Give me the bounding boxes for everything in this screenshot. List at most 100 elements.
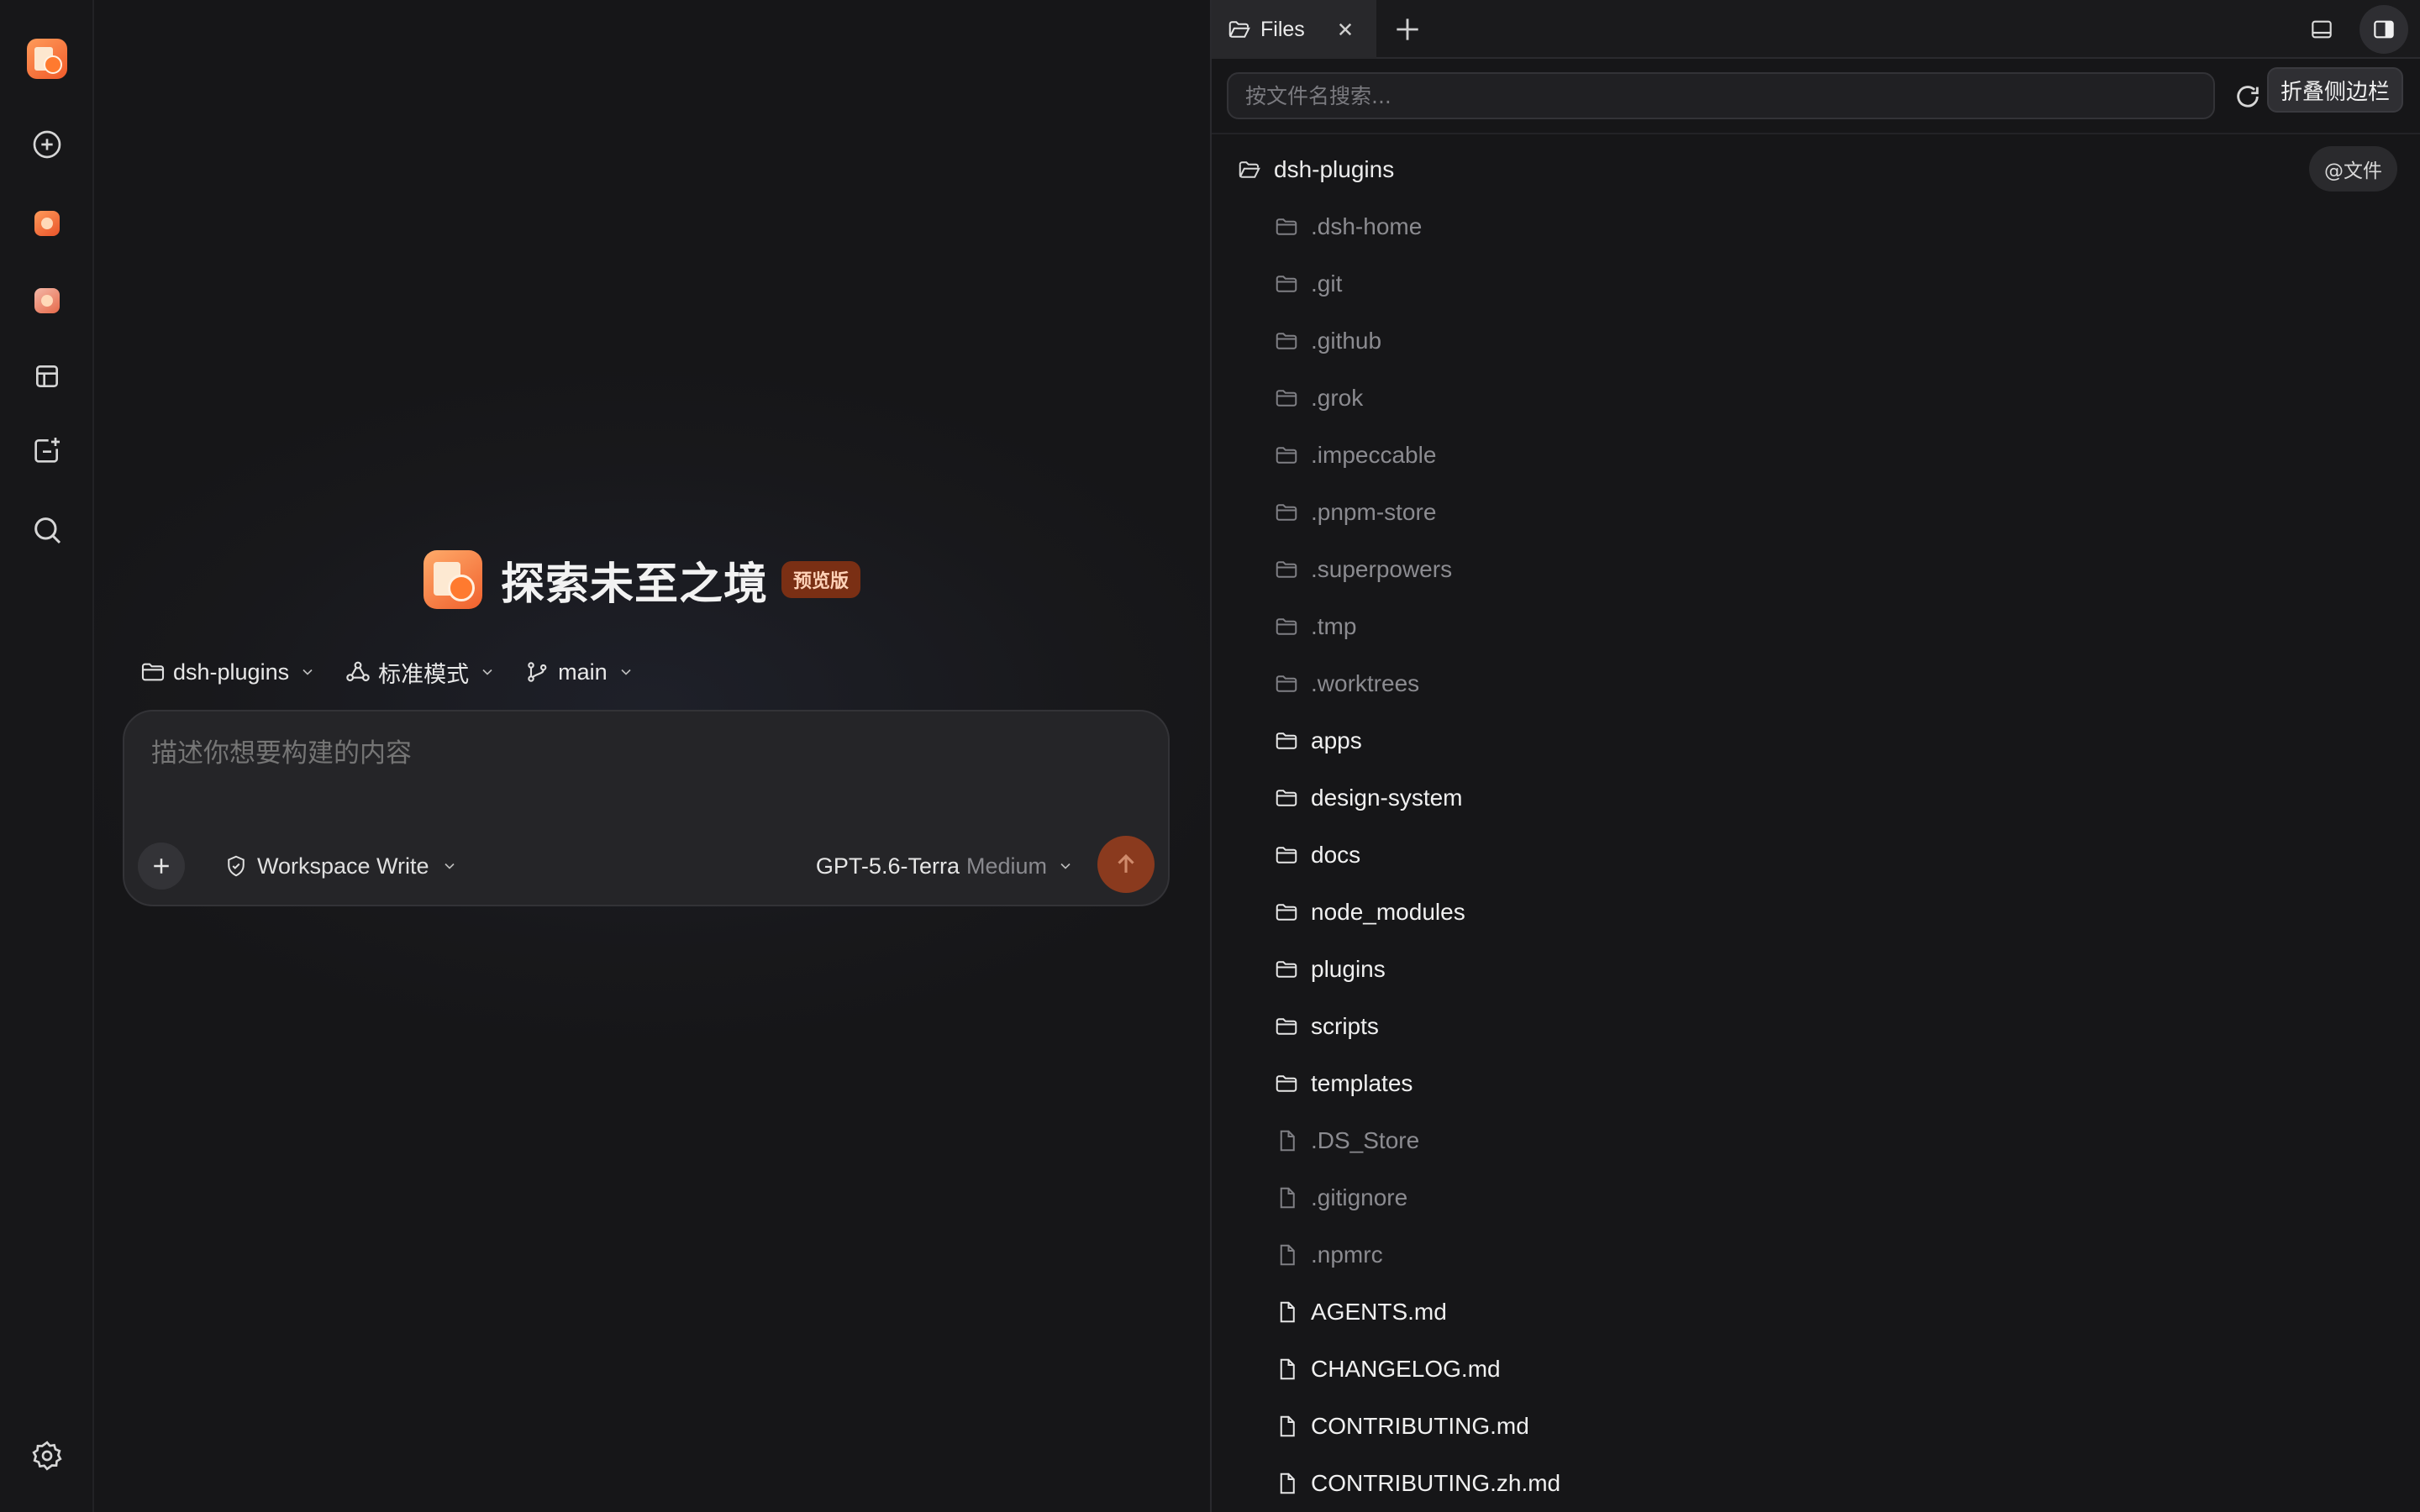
- search-icon: [34, 517, 61, 544]
- folder-icon: [1276, 276, 1297, 292]
- tree-file[interactable]: CONTRIBUTING.md: [1274, 1398, 1529, 1455]
- tree-file[interactable]: .gitignore: [1274, 1169, 1407, 1226]
- layout-icon: [36, 365, 58, 387]
- add-app-button[interactable]: [24, 427, 71, 474]
- tree-item-label: .dsh-home: [1311, 213, 1423, 239]
- folder-icon: [1276, 847, 1297, 864]
- tab-label: Files: [1260, 17, 1305, 41]
- model-name: GPT-5.6-Terra: [815, 853, 960, 879]
- tree-item-label: scripts: [1311, 1013, 1379, 1039]
- app-logo-icon: [27, 39, 67, 79]
- tree-item-label: .DS_Store: [1311, 1127, 1420, 1153]
- folder-icon: [1276, 1018, 1297, 1035]
- plus-circle-icon: [33, 130, 61, 159]
- tree-file[interactable]: AGENTS.md: [1274, 1284, 1447, 1341]
- model-effort: Medium: [965, 853, 1047, 879]
- panel-bottom-icon: [2312, 20, 2332, 39]
- collapse-sidebar-button[interactable]: [2360, 5, 2408, 54]
- tree-root[interactable]: dsh-plugins: [1237, 141, 1394, 198]
- mention-file-button[interactable]: @文件: [2309, 146, 2397, 192]
- plus-icon: [154, 858, 169, 874]
- tree-file[interactable]: CONTRIBUTING.zh.md: [1274, 1455, 1560, 1512]
- model-selector[interactable]: GPT-5.6-Terra Medium: [816, 849, 1074, 883]
- file-icon: [1280, 1358, 1295, 1380]
- tree-folder[interactable]: .github: [1274, 312, 1381, 370]
- mode-selector[interactable]: 标准模式: [345, 656, 496, 689]
- tree-item-label: .superpowers: [1311, 556, 1453, 582]
- mode-icon: [346, 661, 370, 682]
- agent-a-button[interactable]: [24, 200, 71, 247]
- settings-button[interactable]: [24, 1432, 71, 1479]
- folder-icon: [1276, 390, 1297, 407]
- agent-avatar-icon: [34, 288, 60, 313]
- tab-bar: Files: [1212, 0, 2420, 59]
- preview-badge: 预览版: [781, 561, 861, 598]
- close-icon[interactable]: [1333, 17, 1358, 42]
- send-button[interactable]: [1097, 836, 1155, 893]
- tree-folder[interactable]: .worktrees: [1274, 655, 1419, 712]
- tab-files[interactable]: Files: [1212, 0, 1376, 59]
- folder-icon: [1276, 504, 1297, 521]
- prompt-input[interactable]: [151, 738, 1143, 769]
- tree-folder[interactable]: apps: [1274, 712, 1362, 769]
- mode-name: 标准模式: [378, 661, 470, 687]
- file-icon: [1280, 1473, 1295, 1494]
- chevron-down-icon: [482, 669, 492, 675]
- tree-folder[interactable]: .tmp: [1274, 598, 1356, 655]
- folder-icon: [1276, 618, 1297, 635]
- tree-item-label: .pnpm-store: [1311, 499, 1437, 525]
- tree-folder[interactable]: .grok: [1274, 370, 1363, 427]
- toggle-bottom-panel-button[interactable]: [2302, 10, 2341, 49]
- app-logo-button[interactable]: [24, 35, 71, 82]
- agent-avatar-icon: [34, 211, 60, 236]
- tree-folder[interactable]: .dsh-home: [1274, 198, 1422, 255]
- file-search-input[interactable]: [1227, 72, 2215, 119]
- tree-folder[interactable]: docs: [1274, 827, 1360, 884]
- add-tab-icon[interactable]: [1392, 13, 1423, 45]
- tree-folder[interactable]: plugins: [1274, 941, 1386, 998]
- tree-folder[interactable]: node_modules: [1274, 884, 1465, 941]
- tree-file[interactable]: .DS_Store: [1274, 1112, 1419, 1169]
- folder-icon: [1276, 961, 1297, 978]
- project-selector[interactable]: dsh-plugins: [139, 659, 316, 685]
- tree-item-label: design-system: [1311, 785, 1463, 811]
- layout-button[interactable]: [24, 353, 71, 400]
- folder-icon: [1276, 1075, 1297, 1092]
- permission-selector[interactable]: Workspace Write: [224, 849, 458, 883]
- folder-icon: [1276, 904, 1297, 921]
- file-search-row: [1212, 60, 2420, 134]
- hero-logo-icon: [424, 550, 482, 609]
- tree-folder[interactable]: scripts: [1274, 998, 1379, 1055]
- tree-file[interactable]: CHANGELOG.md: [1274, 1341, 1501, 1398]
- panel-right-icon: [2374, 20, 2394, 39]
- attach-button[interactable]: [138, 843, 185, 890]
- branch-name: main: [558, 659, 608, 685]
- tree-item-label: node_modules: [1311, 899, 1465, 925]
- tree-folder[interactable]: templates: [1274, 1055, 1413, 1112]
- folder-open-icon: [1239, 161, 1260, 178]
- tree-folder[interactable]: .impeccable: [1274, 427, 1436, 484]
- add-window-icon: [34, 438, 60, 463]
- tree-folder[interactable]: .git: [1274, 255, 1342, 312]
- refresh-icon[interactable]: [2233, 82, 2262, 111]
- branch-selector[interactable]: main: [524, 659, 634, 685]
- tree-item-label: templates: [1311, 1070, 1413, 1096]
- chevron-down-icon: [1060, 863, 1071, 869]
- collapse-sidebar-tooltip: 折叠侧边栏: [2267, 67, 2404, 113]
- agent-b-button[interactable]: [24, 277, 71, 324]
- tree-item-label: plugins: [1311, 956, 1386, 982]
- search-button[interactable]: [24, 507, 71, 554]
- tree-folder[interactable]: .superpowers: [1274, 541, 1452, 598]
- file-icon: [1280, 1130, 1295, 1152]
- tree-folder[interactable]: design-system: [1274, 769, 1463, 827]
- composer: Workspace Write GPT-5.6-Terra Medium: [123, 710, 1170, 906]
- tree-root-label: dsh-plugins: [1274, 156, 1395, 182]
- folder-icon: [1276, 333, 1297, 349]
- tree-item-label: .github: [1311, 328, 1382, 354]
- tree-folder[interactable]: .pnpm-store: [1274, 484, 1436, 541]
- git-branch-icon: [528, 662, 547, 682]
- tree-item-label: apps: [1311, 727, 1362, 753]
- new-session-button[interactable]: [24, 121, 71, 168]
- folder-icon: [1276, 218, 1297, 235]
- tree-file[interactable]: .npmrc: [1274, 1226, 1383, 1284]
